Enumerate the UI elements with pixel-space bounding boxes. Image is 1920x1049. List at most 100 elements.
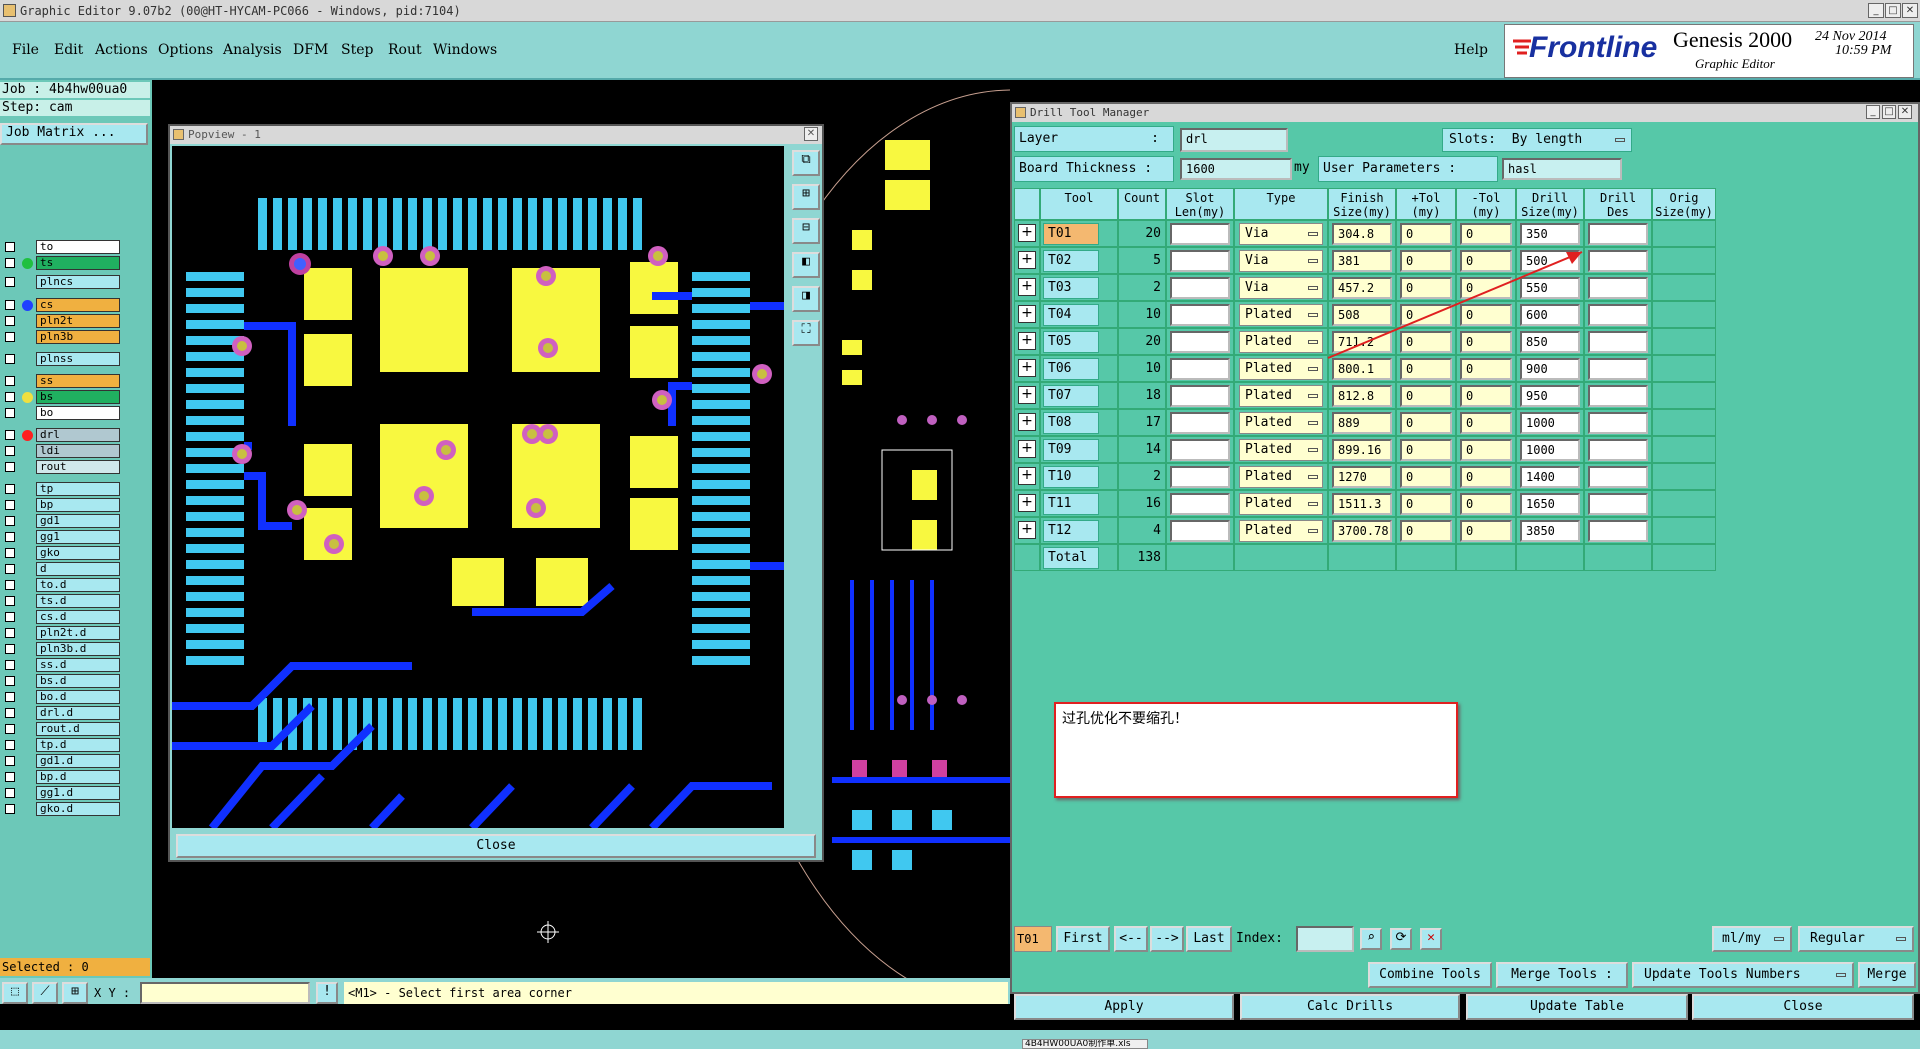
slot-len-input[interactable] [1170, 439, 1230, 461]
layer-name[interactable]: pln2t.d [36, 626, 120, 640]
grid-tool-icon[interactable]: ⊞ [62, 982, 88, 1004]
fit-screen-icon[interactable]: ⛶ [792, 320, 820, 346]
layer-name[interactable]: pln2t [36, 314, 120, 328]
plus-tol-input[interactable]: 0 [1400, 466, 1452, 488]
minus-tol-input[interactable]: 0 [1460, 412, 1512, 434]
expand-icon[interactable]: + [1018, 359, 1036, 377]
merge-button[interactable]: Merge [1858, 962, 1916, 988]
tool-cell[interactable]: T06 [1040, 355, 1118, 382]
layer-checkbox[interactable] [5, 548, 15, 558]
drill-des-input[interactable] [1588, 439, 1648, 461]
first-button[interactable]: First [1056, 926, 1110, 952]
type-selector[interactable]: Plated [1239, 385, 1323, 407]
slot-len-input[interactable] [1170, 520, 1230, 542]
layer-checkbox[interactable] [5, 804, 15, 814]
layer-name[interactable]: tp [36, 482, 120, 496]
drill-size-input[interactable]: 950 [1520, 385, 1580, 407]
tool-name[interactable]: T04 [1043, 304, 1099, 326]
plus-tol-input[interactable]: 0 [1400, 439, 1452, 461]
layer-row-ss-d[interactable]: ss.d [2, 658, 120, 672]
tool-name[interactable]: T03 [1043, 277, 1099, 299]
expand-icon[interactable]: + [1018, 251, 1036, 269]
tool-cell[interactable]: T01 [1040, 220, 1118, 247]
layer-name[interactable]: d [36, 562, 120, 576]
tool-name[interactable]: T10 [1043, 466, 1099, 488]
tool-name[interactable]: T05 [1043, 331, 1099, 353]
close-window-button[interactable]: ✕ [1902, 3, 1918, 18]
layer-checkbox[interactable] [5, 676, 15, 686]
layer-checkbox[interactable] [5, 740, 15, 750]
drill-des-input[interactable] [1588, 493, 1648, 515]
layer-row-pln3b[interactable]: pln3b [2, 330, 120, 344]
type-selector[interactable]: Plated [1239, 412, 1323, 434]
slots-selector[interactable]: Slots: By length [1442, 128, 1632, 152]
layer-checkbox[interactable] [5, 596, 15, 606]
layer-name[interactable]: bp.d [36, 770, 120, 784]
minus-tol-input[interactable]: 0 [1460, 439, 1512, 461]
layer-name[interactable]: plncs [36, 275, 120, 289]
job-matrix-button[interactable]: Job Matrix ... [0, 123, 148, 145]
layer-row-gd1-d[interactable]: gd1.d [2, 754, 120, 768]
finish-size-input[interactable]: 889 [1332, 412, 1392, 434]
drill-size-input[interactable]: 3850 [1520, 520, 1580, 542]
expand-icon[interactable]: + [1018, 440, 1036, 458]
units-selector[interactable]: ml/my [1712, 926, 1792, 952]
tool-cell[interactable]: T02 [1040, 247, 1118, 274]
layer-name[interactable]: pln3b.d [36, 642, 120, 656]
layer-name[interactable]: bo.d [36, 690, 120, 704]
layer-row-gg1-d[interactable]: gg1.d [2, 786, 120, 800]
tool-name[interactable]: T07 [1043, 385, 1099, 407]
menu-dfm[interactable]: DFM [293, 42, 328, 58]
layer-row-gd1[interactable]: gd1 [2, 514, 120, 528]
layer-checkbox[interactable] [5, 242, 15, 252]
layer-checkbox[interactable] [5, 612, 15, 622]
popview-close-icon[interactable]: ✕ [804, 127, 818, 141]
tool-name[interactable]: T08 [1043, 412, 1099, 434]
zoom-in-icon[interactable]: ⊞ [792, 184, 820, 210]
plus-tol-input[interactable]: 0 [1400, 493, 1452, 515]
slot-len-input[interactable] [1170, 385, 1230, 407]
layer-name[interactable]: bs [36, 390, 120, 404]
layer-row-ss[interactable]: ss [2, 374, 120, 388]
layer-row-pln3b-d[interactable]: pln3b.d [2, 642, 120, 656]
menu-help[interactable]: Help [1454, 42, 1488, 58]
layer-row-ts[interactable]: ts [2, 256, 120, 270]
layer-checkbox[interactable] [5, 772, 15, 782]
prev-button[interactable]: <-- [1114, 926, 1148, 952]
layer-checkbox[interactable] [5, 724, 15, 734]
layer-checkbox[interactable] [5, 462, 15, 472]
slot-len-input[interactable] [1170, 277, 1230, 299]
finish-size-input[interactable]: 3700.78 [1332, 520, 1392, 542]
layer-name[interactable]: plnss [36, 352, 120, 366]
slot-len-input[interactable] [1170, 412, 1230, 434]
expand-icon[interactable]: + [1018, 494, 1036, 512]
expand-icon[interactable]: + [1018, 413, 1036, 431]
minus-tol-input[interactable]: 0 [1460, 493, 1512, 515]
tool-name[interactable]: T12 [1043, 520, 1099, 542]
expand-icon[interactable]: + [1018, 278, 1036, 296]
layer-checkbox[interactable] [5, 392, 15, 402]
layer-checkbox[interactable] [5, 408, 15, 418]
minus-tol-input[interactable]: 0 [1460, 520, 1512, 542]
expand-icon[interactable]: + [1018, 386, 1036, 404]
layer-name[interactable]: to [36, 240, 120, 254]
layer-name[interactable]: bo [36, 406, 120, 420]
select-tool-icon[interactable]: ⬚ [2, 982, 28, 1004]
tool-cell[interactable]: T11 [1040, 490, 1118, 517]
layer-row-d[interactable]: d [2, 562, 120, 576]
minus-tol-input[interactable]: 0 [1460, 466, 1512, 488]
type-selector[interactable]: Via [1239, 250, 1323, 272]
layer-name[interactable]: ss [36, 374, 120, 388]
drill-des-input[interactable] [1588, 466, 1648, 488]
finish-size-input[interactable]: 899.16 [1332, 439, 1392, 461]
layer-name[interactable]: bp [36, 498, 120, 512]
layer-name[interactable]: rout.d [36, 722, 120, 736]
zoom-fit-icon[interactable]: ⧉ [792, 150, 820, 176]
layer-row-bs[interactable]: bs [2, 390, 120, 404]
layer-name[interactable]: cs.d [36, 610, 120, 624]
tool-cell[interactable]: T08 [1040, 409, 1118, 436]
layer-checkbox[interactable] [5, 692, 15, 702]
layer-checkbox[interactable] [5, 708, 15, 718]
layer-checkbox[interactable] [5, 660, 15, 670]
tool-cell[interactable]: T09 [1040, 436, 1118, 463]
